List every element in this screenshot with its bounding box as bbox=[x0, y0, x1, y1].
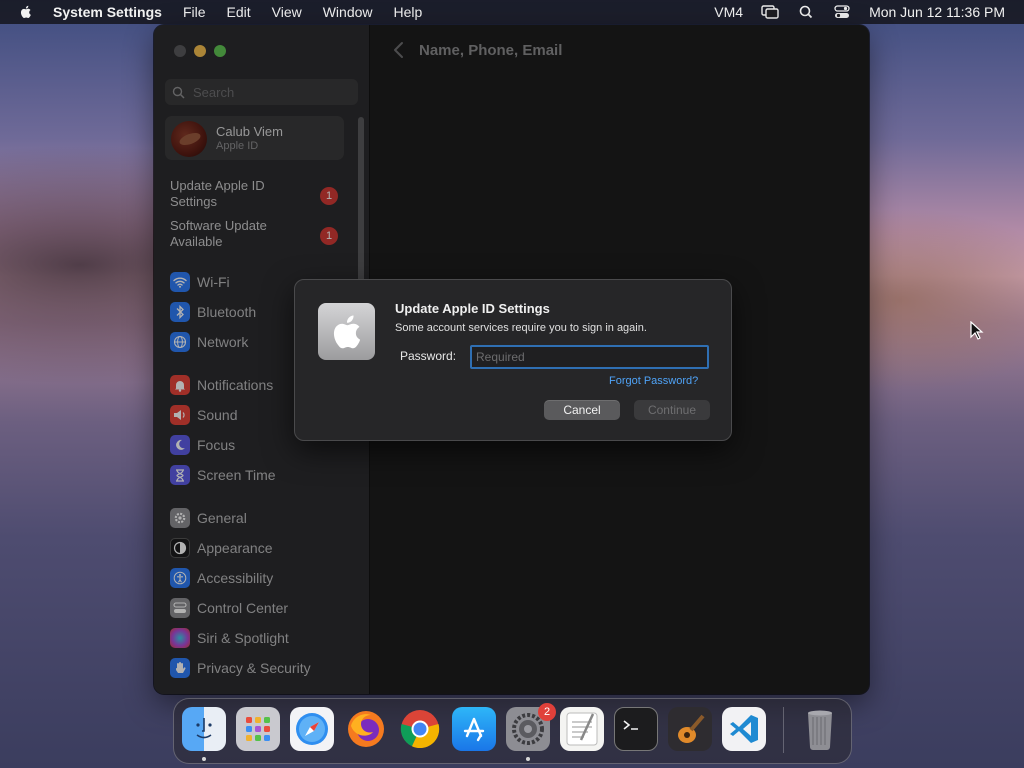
menu-clock[interactable]: Mon Jun 12 11:36 PM bbox=[869, 4, 1005, 20]
vm-label[interactable]: VM4 bbox=[714, 4, 743, 20]
dock-terminal-icon[interactable] bbox=[614, 707, 658, 751]
cancel-button[interactable]: Cancel bbox=[544, 400, 620, 420]
menu-window[interactable]: Window bbox=[323, 4, 373, 20]
dock-trash-icon[interactable] bbox=[798, 707, 842, 751]
menu-view[interactable]: View bbox=[272, 4, 302, 20]
dock-app-store-icon[interactable] bbox=[452, 707, 496, 751]
apple-id-signin-dialog: Update Apple ID Settings Some account se… bbox=[294, 279, 732, 441]
menu-edit[interactable]: Edit bbox=[227, 4, 251, 20]
running-indicator bbox=[202, 757, 206, 761]
menu-help[interactable]: Help bbox=[394, 4, 423, 20]
notification-badge: 2 bbox=[538, 703, 556, 721]
dock-separator bbox=[783, 707, 784, 753]
dock-launchpad-icon[interactable] bbox=[236, 707, 280, 751]
password-field[interactable] bbox=[470, 345, 709, 369]
menu-bar: System Settings File Edit View Window He… bbox=[0, 0, 1024, 24]
password-label: Password: bbox=[400, 349, 457, 363]
dock: 2 bbox=[173, 698, 852, 764]
continue-button[interactable]: Continue bbox=[634, 400, 710, 420]
dialog-title: Update Apple ID Settings bbox=[395, 301, 550, 316]
running-indicator bbox=[526, 757, 530, 761]
dock-safari-icon[interactable] bbox=[290, 707, 334, 751]
dock-finder-icon[interactable] bbox=[182, 707, 226, 751]
dock-chrome-icon[interactable] bbox=[398, 707, 442, 751]
apple-logo-icon bbox=[318, 303, 375, 360]
mouse-pointer-icon bbox=[970, 321, 984, 340]
menu-app-name[interactable]: System Settings bbox=[53, 4, 162, 20]
dock-system-settings-icon[interactable]: 2 bbox=[506, 703, 556, 751]
apple-menu-icon[interactable] bbox=[18, 4, 34, 20]
menu-file[interactable]: File bbox=[183, 4, 206, 20]
dock-garageband-icon[interactable] bbox=[668, 707, 712, 751]
dock-firefox-icon[interactable] bbox=[344, 707, 388, 751]
spotlight-search-icon[interactable] bbox=[797, 5, 815, 19]
control-center-icon[interactable] bbox=[833, 5, 851, 19]
forgot-password-link[interactable]: Forgot Password? bbox=[609, 375, 698, 387]
dock-textedit-icon[interactable] bbox=[560, 707, 604, 751]
dock-vscode-icon[interactable] bbox=[722, 707, 766, 751]
screen-mirroring-icon[interactable] bbox=[761, 5, 779, 19]
dialog-message: Some account services require you to sig… bbox=[395, 322, 647, 334]
